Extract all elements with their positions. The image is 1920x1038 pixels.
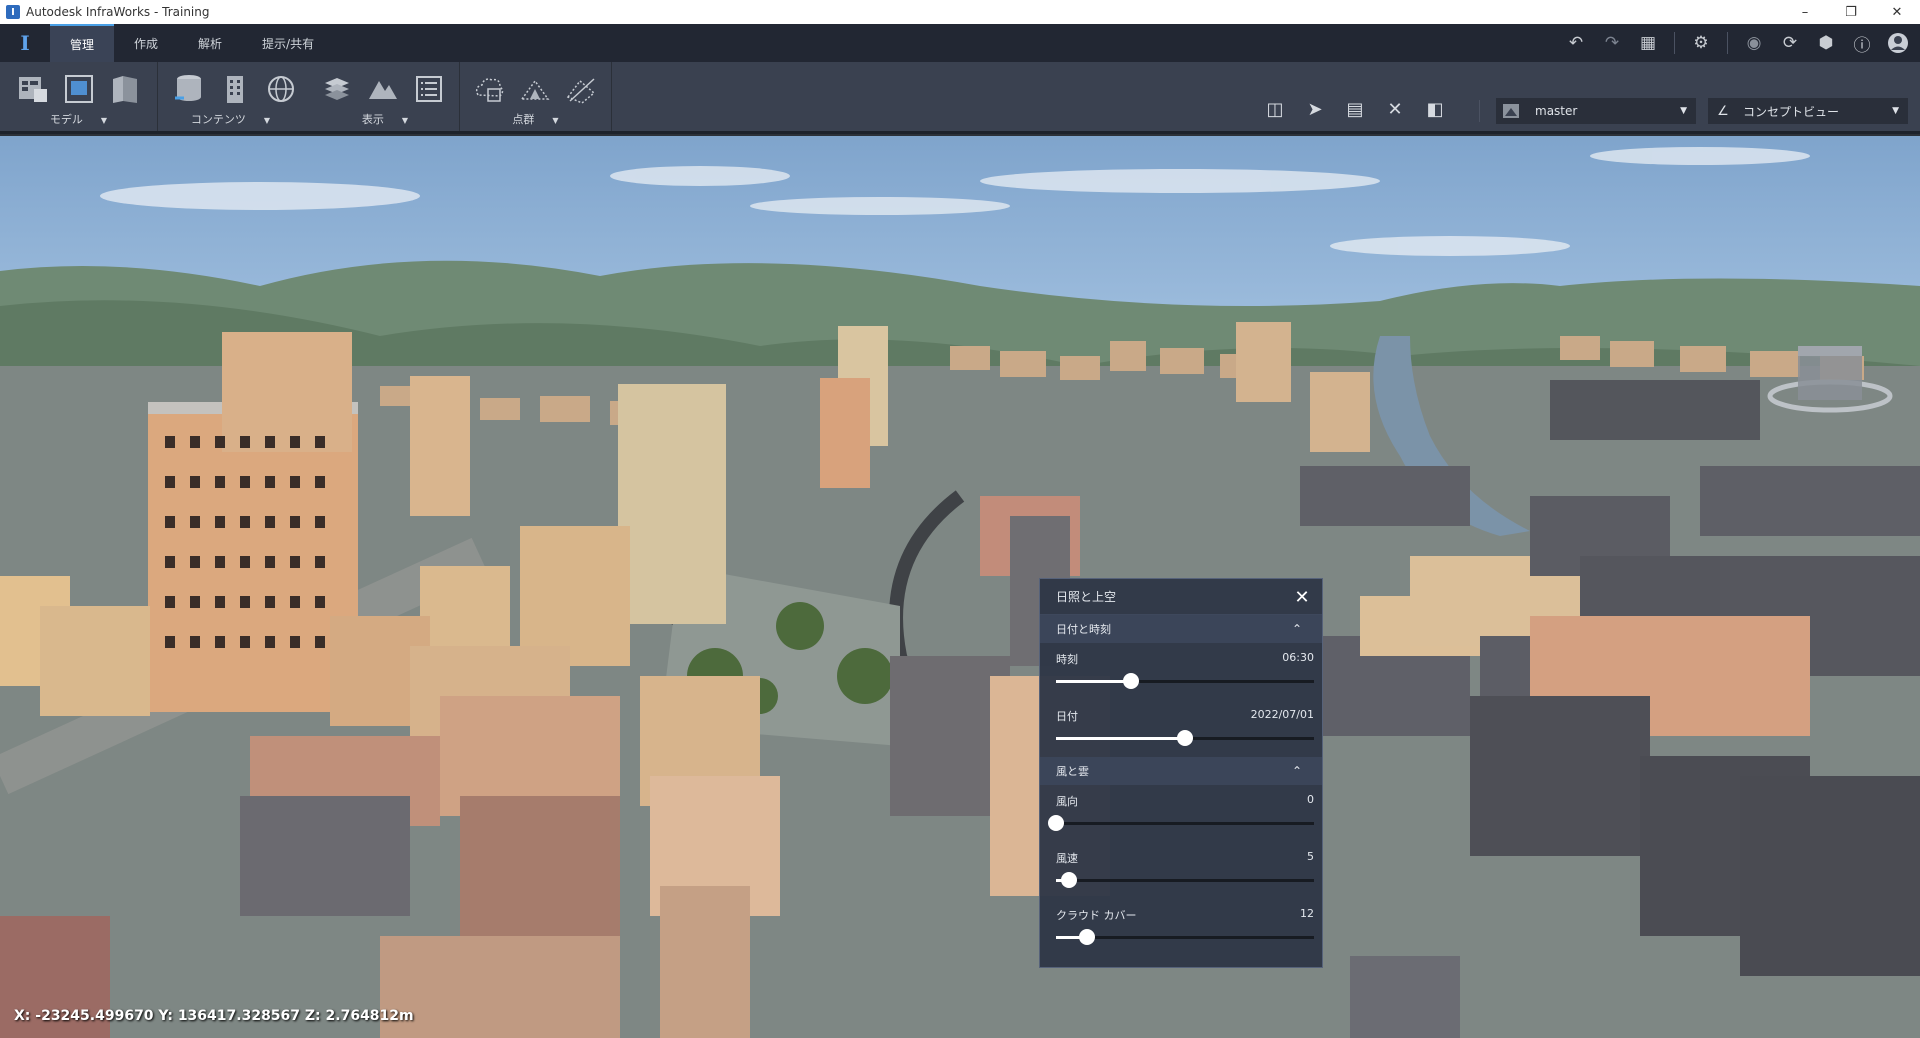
- infraworks-logo-icon[interactable]: I: [0, 24, 50, 62]
- coordinate-readout: X: -23245.499670 Y: 136417.328567 Z: 2.7…: [14, 1008, 414, 1024]
- ribbon-panel: モデル ▼ コンテンツ ▼ 表示 ▼ 点群 ▼ ◫ ➤ ▤ ✕ ◧ master…: [0, 62, 1920, 134]
- ribbon-group-label: 点群: [512, 113, 535, 126]
- tab-create[interactable]: 作成: [114, 24, 178, 62]
- sun-and-sky-panel: 日照と上空 ✕ 日付と時刻 ⌃ 時刻 06:30 日付 2022/07/01 風…: [1039, 578, 1323, 968]
- clip-plane-icon[interactable]: ◧: [1422, 96, 1448, 122]
- time-slider[interactable]: [1056, 673, 1314, 689]
- wind-direction-value: 0: [1307, 793, 1314, 806]
- wind-speed-value: 5: [1307, 850, 1314, 863]
- cloud-model-icon[interactable]: ⬢: [1812, 29, 1840, 57]
- cloud-cover-slider[interactable]: [1056, 929, 1314, 945]
- database-icon[interactable]: [170, 70, 208, 108]
- measure-icon[interactable]: ▤: [1342, 96, 1368, 122]
- wind-speed-slider[interactable]: [1056, 872, 1314, 888]
- chevron-down-icon[interactable]: ▼: [552, 116, 558, 125]
- undo-icon[interactable]: ↶: [1562, 29, 1590, 57]
- fit-view-icon[interactable]: ▦: [1634, 29, 1662, 57]
- redo-icon[interactable]: ↷: [1598, 29, 1626, 57]
- globe-icon[interactable]: ◉: [1740, 29, 1768, 57]
- presentation-screen-icon[interactable]: ◫: [1262, 96, 1288, 122]
- section-date-time-header[interactable]: 日付と時刻 ⌃: [1040, 615, 1322, 643]
- date-slider[interactable]: [1056, 730, 1314, 746]
- terrain-icon[interactable]: [364, 70, 402, 108]
- chevron-up-icon[interactable]: ⌃: [1292, 764, 1302, 778]
- properties-list-icon[interactable]: [410, 70, 448, 108]
- app-icon: I: [6, 5, 20, 19]
- point-cloud-source-icon[interactable]: [470, 70, 508, 108]
- online-map-icon[interactable]: [262, 70, 300, 108]
- sync-icon[interactable]: ⟳: [1776, 29, 1804, 57]
- section-wind-clouds-header[interactable]: 風と雲 ⌃: [1040, 757, 1322, 785]
- time-slider-row: 時刻 06:30: [1040, 643, 1322, 700]
- tools-cross-icon[interactable]: ✕: [1382, 96, 1408, 122]
- title-bar: I Autodesk InfraWorks - Training – ❐ ✕: [0, 0, 1920, 24]
- section-title: 日付と時刻: [1056, 623, 1111, 636]
- wind-speed-slider-row: 風速 5: [1040, 842, 1322, 899]
- proposal-dropdown[interactable]: master ▼: [1496, 98, 1696, 124]
- slider-handle[interactable]: [1048, 815, 1064, 831]
- help-icon[interactable]: ⓘ: [1848, 29, 1876, 57]
- wind-direction-label: 風向: [1056, 795, 1078, 808]
- ribbon-tab-bar: I 管理 作成 解析 提示/共有 ↶ ↷ ▦ ⚙ ◉ ⟳ ⬢ ⓘ: [0, 24, 1920, 62]
- tab-present-share[interactable]: 提示/共有: [242, 24, 334, 62]
- proposal-icon: [1497, 103, 1525, 119]
- visual-style-icon: ∠: [1717, 103, 1729, 119]
- chevron-down-icon[interactable]: ▼: [264, 116, 270, 125]
- ribbon-group-label: モデル: [49, 113, 83, 126]
- date-label: 日付: [1056, 710, 1078, 723]
- slider-handle[interactable]: [1060, 872, 1077, 888]
- panel-title: 日照と上空: [1040, 579, 1322, 615]
- settings-gear-icon[interactable]: ⚙: [1687, 29, 1715, 57]
- cloud-cover-slider-row: クラウド カバー 12: [1040, 899, 1322, 956]
- close-icon[interactable]: ✕: [1292, 587, 1312, 608]
- cloud-cover-value: 12: [1300, 907, 1314, 920]
- wind-direction-slider-row: 風向 0: [1040, 785, 1322, 842]
- ribbon-group-model: モデル ▼: [0, 62, 158, 131]
- tab-analyze[interactable]: 解析: [178, 24, 242, 62]
- ribbon-group-view: 表示 ▼: [310, 62, 460, 131]
- view-tools: ◫ ➤ ▤ ✕ ◧: [1262, 96, 1448, 122]
- date-slider-row: 日付 2022/07/01: [1040, 700, 1322, 757]
- proposal-dropdown-value: master: [1535, 104, 1578, 118]
- 3d-viewport[interactable]: X: -23245.499670 Y: 136417.328567 Z: 2.7…: [0, 136, 1920, 1038]
- chevron-down-icon: ▼: [1680, 106, 1687, 116]
- chevron-down-icon[interactable]: ▼: [101, 116, 107, 125]
- minimize-button[interactable]: –: [1782, 0, 1828, 24]
- building-style-icon[interactable]: [216, 70, 254, 108]
- restore-button[interactable]: ❐: [1828, 0, 1874, 24]
- cloud-cover-label: クラウド カバー: [1056, 909, 1137, 922]
- point-cloud-terrain-icon[interactable]: [516, 70, 554, 108]
- time-label: 時刻: [1056, 653, 1078, 666]
- ribbon-group-label: 表示: [361, 113, 384, 126]
- wind-direction-slider[interactable]: [1048, 815, 1314, 831]
- section-title: 風と雲: [1056, 765, 1089, 778]
- chevron-up-icon[interactable]: ⌃: [1292, 622, 1302, 636]
- data-sources-icon[interactable]: [14, 70, 52, 108]
- visual-style-dropdown[interactable]: ∠ コンセプトビュー ▼: [1708, 98, 1908, 124]
- date-value: 2022/07/01: [1250, 708, 1314, 721]
- wind-speed-label: 風速: [1056, 852, 1078, 865]
- layers-icon[interactable]: [318, 70, 356, 108]
- chevron-down-icon: ▼: [1892, 106, 1899, 116]
- select-arrow-icon[interactable]: ➤: [1302, 96, 1328, 122]
- city-scene-image: [0, 147, 1920, 1038]
- visual-style-dropdown-value: コンセプトビュー: [1743, 104, 1840, 119]
- ribbon-group-label: コンテンツ: [190, 113, 246, 126]
- ribbon-group-point-cloud: 点群 ▼: [460, 62, 612, 131]
- window-title: Autodesk InfraWorks - Training: [26, 5, 210, 19]
- slider-handle[interactable]: [1122, 673, 1139, 689]
- slider-handle[interactable]: [1078, 929, 1095, 945]
- time-value: 06:30: [1282, 651, 1314, 664]
- slider-handle[interactable]: [1177, 730, 1193, 746]
- tab-manage[interactable]: 管理: [50, 24, 115, 62]
- user-avatar-icon[interactable]: [1884, 29, 1912, 57]
- view-cube-icon[interactable]: [1760, 336, 1900, 416]
- chevron-down-icon[interactable]: ▼: [402, 116, 408, 125]
- point-cloud-extract-icon[interactable]: [562, 70, 600, 108]
- map-book-icon[interactable]: [106, 70, 144, 108]
- close-window-button[interactable]: ✕: [1874, 0, 1920, 24]
- model-properties-icon[interactable]: [60, 70, 98, 108]
